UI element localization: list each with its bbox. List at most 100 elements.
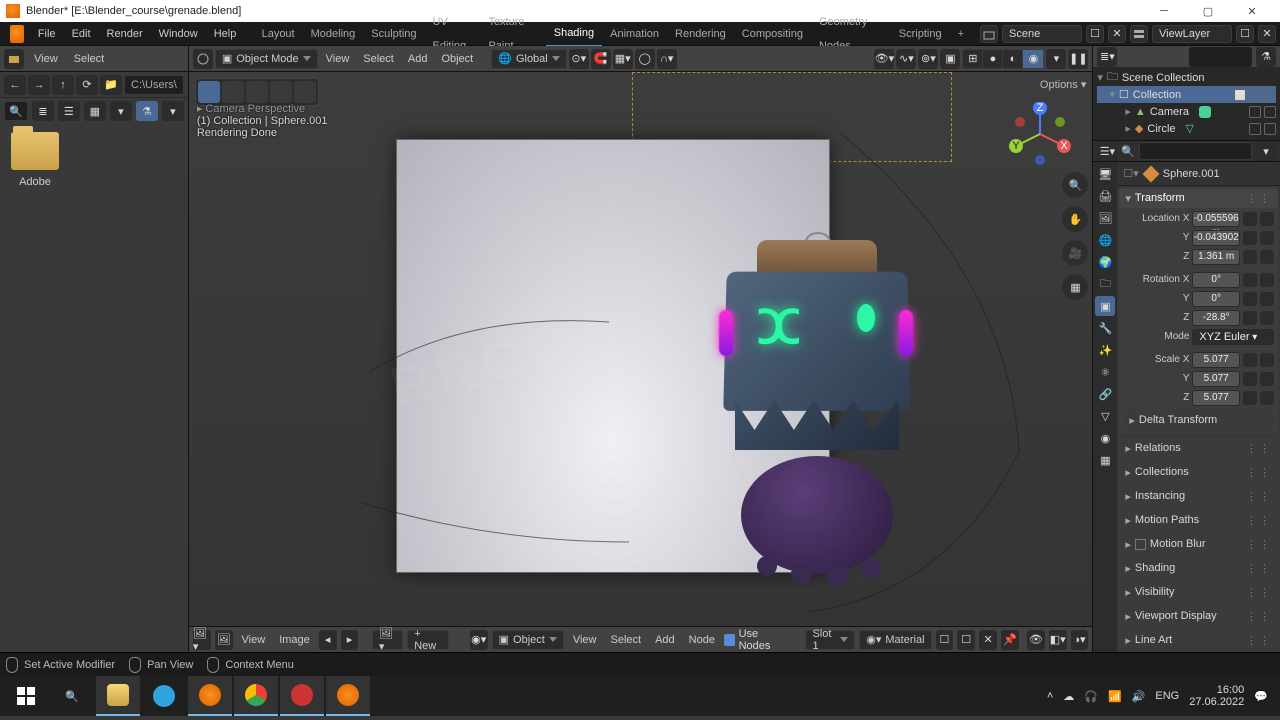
- scene-browse-icon[interactable]: [980, 25, 998, 43]
- tool-select-box-icon[interactable]: [222, 81, 244, 103]
- outliner-filter-icon[interactable]: ⚗: [1256, 47, 1276, 67]
- material-users-icon[interactable]: ☐: [936, 630, 954, 650]
- img-menu-image[interactable]: Image: [274, 628, 315, 652]
- fb-folder-item[interactable]: Adobe: [8, 132, 62, 188]
- node-menu-select[interactable]: Select: [605, 628, 646, 652]
- tab-modifiers-icon[interactable]: 🔧: [1095, 318, 1115, 338]
- tab-collection-icon[interactable]: 🗀: [1095, 274, 1115, 294]
- tray-cloud-icon[interactable]: ☁: [1063, 690, 1074, 703]
- panel-delta-transform[interactable]: ▸Delta Transform: [1123, 410, 1274, 430]
- pan-gizmo-icon[interactable]: ✋: [1062, 206, 1088, 232]
- node-type-dropdown[interactable]: ▣ Object: [492, 630, 564, 650]
- viewlayer-selector[interactable]: ViewLayer: [1152, 25, 1232, 43]
- tray-volume-icon[interactable]: 🔊: [1132, 690, 1146, 703]
- shading-solid-icon[interactable]: ●: [983, 50, 1003, 68]
- tab-constraints-icon[interactable]: 🔗: [1095, 384, 1115, 404]
- panel-transform-header[interactable]: ▾Transform⋮⋮: [1119, 188, 1278, 208]
- tray-language[interactable]: ENG: [1155, 690, 1179, 702]
- panel-motion-blur[interactable]: ▸Motion Blur⋮⋮: [1119, 534, 1278, 554]
- window-maximize-button[interactable]: ▢: [1186, 0, 1230, 22]
- outliner-scene-collection[interactable]: ▾🗀 Scene Collection: [1097, 69, 1276, 86]
- fb-newdir-button[interactable]: 📁: [100, 75, 122, 95]
- outliner-item-circle[interactable]: ▸◆ Circle▽: [1097, 120, 1276, 137]
- vp-menu-select[interactable]: Select: [357, 47, 400, 71]
- panel-motion-paths[interactable]: ▸Motion Paths⋮⋮: [1119, 510, 1278, 530]
- viewlayer-delete-button[interactable]: ✕: [1258, 25, 1276, 43]
- tab-viewlayer-icon[interactable]: 🖼: [1095, 208, 1115, 228]
- node-backdrop-dropdown[interactable]: ◑▾: [1071, 630, 1089, 650]
- scale-y-input[interactable]: 5.077: [1192, 371, 1240, 387]
- breadcrumb-object-name[interactable]: Sphere.001: [1163, 168, 1220, 180]
- image-linked-icon[interactable]: 🖼: [215, 630, 233, 650]
- menu-window[interactable]: Window: [151, 22, 206, 46]
- workspace-tab-scripting[interactable]: Scripting: [891, 22, 950, 46]
- viewlayer-browse-icon[interactable]: [1130, 25, 1148, 43]
- img-menu-view[interactable]: View: [237, 628, 271, 652]
- fb-menu-select[interactable]: Select: [68, 47, 111, 71]
- panel-visibility[interactable]: ▸Visibility⋮⋮: [1119, 582, 1278, 602]
- fb-search-input[interactable]: 🔍: [4, 101, 28, 121]
- node-menu-node[interactable]: Node: [684, 628, 720, 652]
- render-pause-icon[interactable]: ❚❚: [1068, 49, 1088, 69]
- tab-world-icon[interactable]: 🌍: [1095, 252, 1115, 272]
- node-menu-add[interactable]: Add: [650, 628, 680, 652]
- taskbar-blender1-icon[interactable]: [188, 676, 232, 716]
- proportional-dropdown[interactable]: ∩▾: [657, 49, 677, 69]
- outliner-filter-text-input[interactable]: [1189, 47, 1252, 67]
- outliner-item-camera[interactable]: ▸▲ Camera: [1097, 103, 1276, 120]
- scene-delete-button[interactable]: ✕: [1108, 25, 1126, 43]
- tool-select-circle-icon[interactable]: [246, 81, 268, 103]
- viewport-editor-type-icon[interactable]: [193, 49, 213, 69]
- fb-display-list-icon[interactable]: ≣: [32, 101, 54, 121]
- tool-select-lasso-icon[interactable]: [270, 81, 292, 103]
- fb-filter-settings-icon[interactable]: ▾: [162, 101, 184, 121]
- gizmo-toggle[interactable]: ∿▾: [896, 49, 916, 69]
- taskbar-app1-icon[interactable]: [280, 676, 324, 716]
- loc-y-input[interactable]: -0.043902: [1192, 230, 1240, 246]
- camera-gizmo-icon[interactable]: 🎥: [1062, 240, 1088, 266]
- panel-lineart[interactable]: ▸Line Art⋮⋮: [1119, 630, 1278, 650]
- tab-physics-icon[interactable]: ⚛: [1095, 362, 1115, 382]
- tab-material-icon[interactable]: ◉: [1095, 428, 1115, 448]
- snap-dropdown[interactable]: ▦▾: [613, 49, 633, 69]
- outliner-tree[interactable]: ▾🗀 Scene Collection ▾☐ Collection ▸▲ Cam…: [1093, 67, 1280, 140]
- menu-render[interactable]: Render: [99, 22, 151, 46]
- taskbar-search-icon[interactable]: 🔍: [50, 676, 94, 716]
- image-editor-type-icon[interactable]: 🖼▾: [193, 630, 211, 650]
- material-slot-dropdown[interactable]: Slot 1: [805, 630, 855, 650]
- scene-selector[interactable]: Scene: [1002, 25, 1082, 43]
- rot-y-input[interactable]: 0°: [1192, 291, 1240, 307]
- panel-instancing[interactable]: ▸Instancing⋮⋮: [1119, 486, 1278, 506]
- workspace-tab-rendering[interactable]: Rendering: [667, 22, 734, 46]
- workspace-tab-sculpting[interactable]: Sculpting: [363, 22, 424, 46]
- menu-file[interactable]: File: [30, 22, 64, 46]
- properties-editor-type-icon[interactable]: ☰▾: [1097, 141, 1117, 161]
- tray-headset-icon[interactable]: 🎧: [1084, 690, 1098, 703]
- snap-toggle[interactable]: 🧲: [591, 49, 611, 69]
- menu-edit[interactable]: Edit: [64, 22, 99, 46]
- image-next-icon[interactable]: ▸: [341, 630, 359, 650]
- node-overlay-dropdown[interactable]: ◧▾: [1049, 630, 1067, 650]
- panel-collections[interactable]: ▸Collections⋮⋮: [1119, 462, 1278, 482]
- filebrowser-editor-type-icon[interactable]: [4, 49, 24, 69]
- fb-refresh-button[interactable]: ⟳: [76, 75, 98, 95]
- perspective-gizmo-icon[interactable]: ▦: [1062, 274, 1088, 300]
- tab-output-icon[interactable]: 🖨: [1095, 186, 1115, 206]
- orientation-dropdown[interactable]: 🌐Global: [491, 49, 567, 69]
- vp-menu-view[interactable]: View: [320, 47, 356, 71]
- image-new-button[interactable]: + New: [407, 630, 449, 650]
- fb-display-settings-icon[interactable]: ▾: [110, 101, 132, 121]
- node-menu-view[interactable]: View: [568, 628, 602, 652]
- rot-z-input[interactable]: -28.8°: [1192, 310, 1240, 326]
- taskbar-blender2-icon[interactable]: [326, 676, 370, 716]
- navigation-gizmo[interactable]: Z Y X: [1008, 102, 1072, 166]
- workspace-tab-compositing[interactable]: Compositing: [734, 22, 811, 46]
- fb-up-button[interactable]: ↑: [52, 75, 74, 95]
- tray-clock[interactable]: 16:00 27.06.2022: [1189, 684, 1244, 708]
- shading-wireframe-icon[interactable]: ⊞: [963, 50, 983, 68]
- tray-wifi-icon[interactable]: 📶: [1108, 690, 1122, 703]
- rot-mode-dropdown[interactable]: XYZ Euler ▾: [1192, 329, 1274, 345]
- vp-menu-object[interactable]: Object: [435, 47, 479, 71]
- properties-search-input[interactable]: [1139, 142, 1252, 160]
- panel-shading[interactable]: ▸Shading⋮⋮: [1119, 558, 1278, 578]
